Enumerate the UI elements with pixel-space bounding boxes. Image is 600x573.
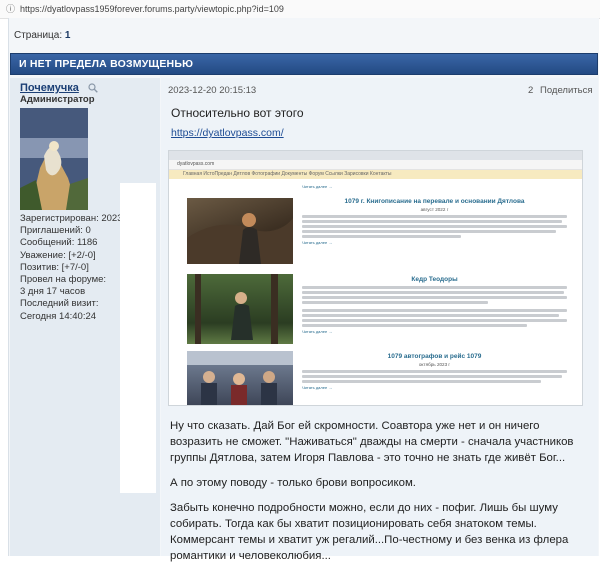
- share-button[interactable]: Поделиться: [540, 85, 592, 96]
- post-date[interactable]: 2023-12-20 20:15:13: [168, 85, 256, 96]
- author-name[interactable]: Почемучка: [20, 82, 79, 94]
- avatar: [20, 108, 88, 210]
- embed-section-title: 1079 г. Книгописание на перевале и основ…: [344, 198, 525, 205]
- embed-more-link: Читать далее →: [302, 329, 333, 334]
- embed-text-lines: [302, 286, 567, 327]
- stat-time-label: Провел на форуме:: [20, 274, 107, 286]
- embed-more-link: Читать далее →: [302, 240, 333, 245]
- stat-last-visit-label: Последний визит:: [20, 298, 99, 310]
- stat-invites: Приглашений: 0: [20, 225, 91, 237]
- pager: Страница: 1: [14, 30, 70, 41]
- embed-tab-strip: [169, 151, 582, 160]
- post-paragraph: Ну что сказать. Дай Бог ей скромности. С…: [170, 420, 574, 464]
- embed-photo: [187, 351, 293, 405]
- stat-registered: Зарегистрирован: 2023-: [20, 213, 126, 224]
- topic-title-bar: И НЕТ ПРЕДЕЛА ВОЗМУЩЕНЬЮ: [10, 53, 598, 75]
- author-role: Администратор: [20, 94, 95, 105]
- post-number[interactable]: 2: [528, 85, 533, 96]
- address-url[interactable]: https://dyatlovpass1959forever.forums.pa…: [20, 4, 284, 14]
- pager-label: Страница:: [14, 30, 63, 41]
- embed-section-title: Кедр Теодоры: [411, 276, 458, 283]
- embed-photo: [187, 198, 293, 264]
- topic-title: И НЕТ ПРЕДЕЛА ВОЗМУЩЕНЬЮ: [19, 58, 194, 70]
- post-quote-title: Относительно вот этого: [171, 106, 304, 120]
- embed-section-date: октябрь 2023 г: [418, 362, 451, 367]
- stat-last-visit-value: Сегодня 14:40:24: [20, 310, 97, 322]
- stat-messages: Сообщений: 1186: [20, 237, 98, 249]
- embed-photo: [187, 274, 293, 344]
- author-stats: Зарегистрирован: 2023- Приглашений: 0 Со…: [20, 213, 126, 323]
- embed-more-link: Читать далее →: [302, 385, 333, 390]
- post-body: Ну что сказать. Дай Бог ей скромности. С…: [170, 418, 590, 573]
- info-icon[interactable]: ⓘ: [6, 4, 16, 14]
- post-link[interactable]: https://dyatlovpass.com/: [171, 127, 284, 139]
- embed-section-text: 1079 автографов и рейс 1079 октябрь 2023…: [302, 353, 567, 390]
- post-paragraph: Забыть конечно подробности можно, если д…: [170, 502, 569, 562]
- embed-text-lines: [302, 215, 567, 238]
- embedded-screenshot: dyatlovpass.com Главная ИстоПредан Дятло…: [168, 150, 583, 406]
- embed-section-text: Кедр Теодоры Читать далее →: [302, 276, 567, 334]
- embed-body: Читать далее → 1079 г. Книгописание на п…: [169, 178, 582, 405]
- stat-positive: Позитив: [+7/-0]: [20, 261, 89, 273]
- pager-current-page[interactable]: 1: [65, 30, 71, 41]
- redaction-block: [120, 183, 156, 493]
- post-paragraph: А по этому поводу - только брови вопроси…: [170, 477, 416, 489]
- embed-top-more: Читать далее →: [187, 182, 567, 189]
- stat-time-value: 3 дня 17 часов: [20, 286, 86, 298]
- embed-more-link: Читать далее →: [302, 184, 333, 189]
- browser-address-bar[interactable]: ⓘ https://dyatlovpass1959forever.forums.…: [0, 0, 600, 19]
- embed-text-lines: [302, 370, 567, 383]
- stat-respect: Уважение: [+2/-0]: [20, 249, 96, 261]
- embed-url: dyatlovpass.com: [169, 160, 582, 170]
- embed-section-title: 1079 автографов и рейс 1079: [387, 353, 482, 360]
- embed-section-text: 1079 г. Книгописание на перевале и основ…: [302, 198, 567, 245]
- embed-section-date: август 2022 г: [420, 207, 449, 212]
